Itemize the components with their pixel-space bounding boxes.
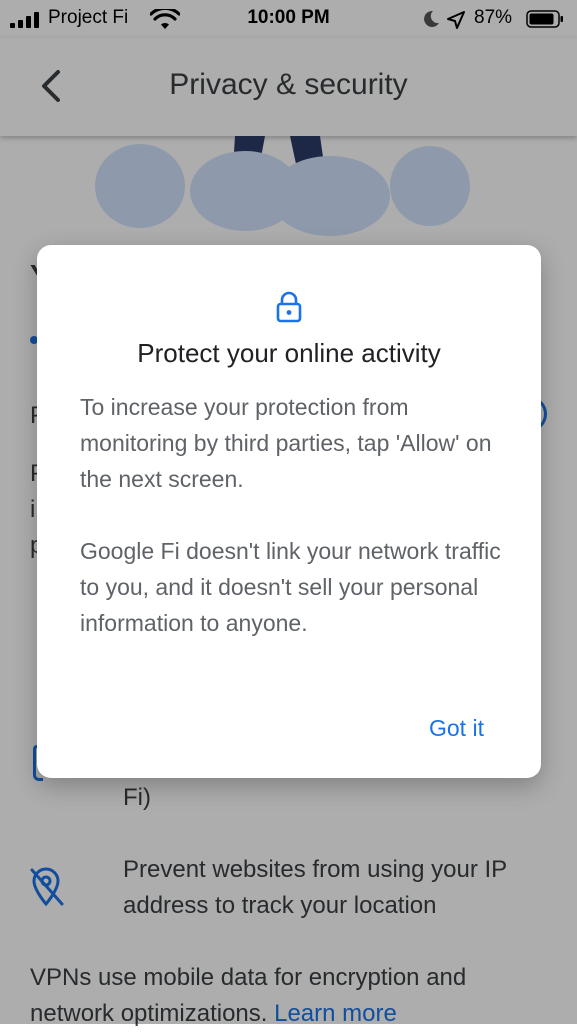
dialog-paragraph-1: To increase your protection from monitor… xyxy=(80,394,492,492)
dialog-title: Protect your online activity xyxy=(137,338,441,368)
protect-activity-dialog: Protect your online activity To increase… xyxy=(37,245,541,778)
dialog-paragraph-2: Google Fi doesn't link your network traf… xyxy=(80,538,501,636)
lock-icon xyxy=(276,291,302,323)
got-it-button[interactable]: Got it xyxy=(429,715,484,742)
dialog-body: To increase your protection from monitor… xyxy=(80,389,510,641)
